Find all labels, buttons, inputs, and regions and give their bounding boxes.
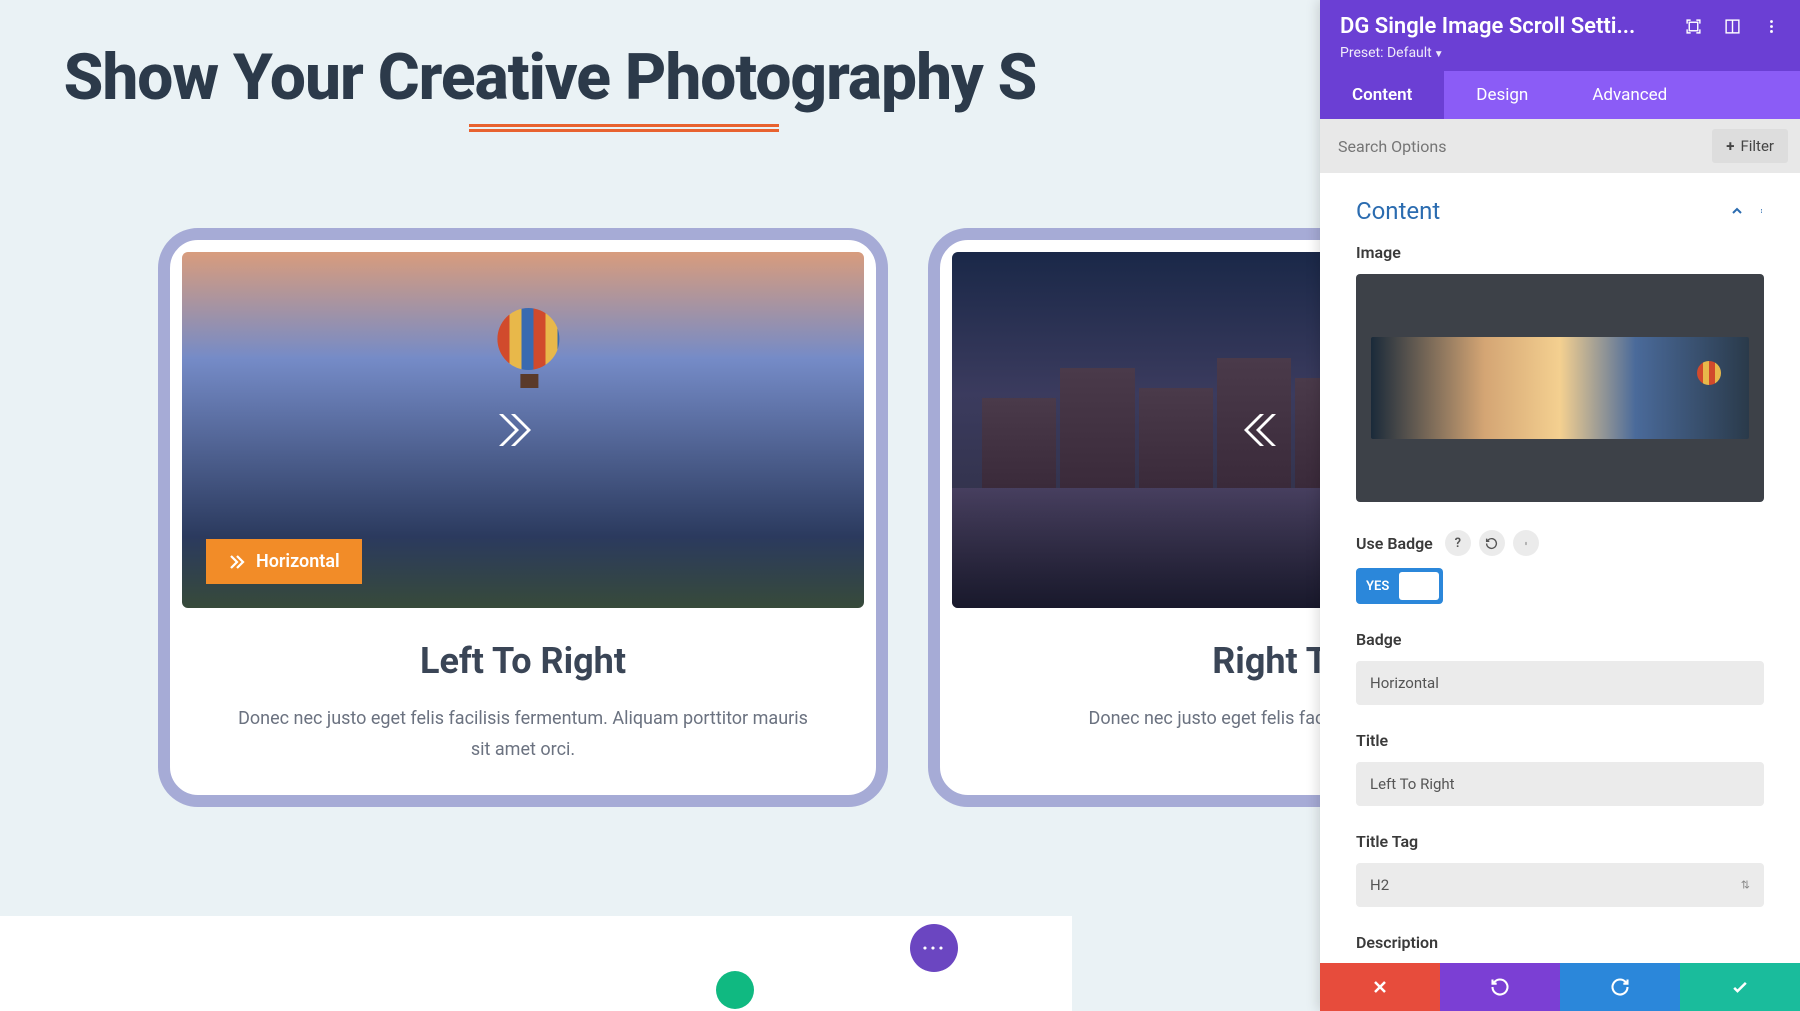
card-left-to-right[interactable]: Horizontal Left To Right Donec nec justo… [158,228,888,807]
focus-icon[interactable] [1685,18,1702,35]
title-underline2 [469,129,779,132]
kebab-menu-icon[interactable] [1763,18,1780,35]
badge-input[interactable] [1356,661,1764,705]
title-tag-select[interactable]: H2 [1356,863,1764,907]
redo-button[interactable] [1560,963,1680,1011]
more-options-fab[interactable]: ··· [910,924,958,972]
use-badge-label: Use Badge ? [1356,530,1764,556]
save-button[interactable] [1680,963,1800,1011]
card-desc: Donec nec justo eget felis facilisis fer… [182,704,864,765]
kebab-menu-icon[interactable] [1759,203,1764,219]
scroll-left-icon [1228,406,1276,454]
scroll-right-icon [499,406,547,454]
settings-panel: DG Single Image Scroll Setti... Preset: … [1320,0,1800,1011]
badge-chevron-icon [228,553,246,571]
reset-icon[interactable] [1479,530,1505,556]
card-title: Left To Right [182,640,864,682]
tab-design[interactable]: Design [1444,71,1560,119]
tab-content[interactable]: Content [1320,71,1444,119]
chevron-up-icon[interactable] [1729,203,1745,219]
section-title: Content [1356,197,1440,225]
search-filter-row: + Filter [1320,119,1800,173]
panel-title: DG Single Image Scroll Setti... [1340,14,1685,39]
search-input[interactable] [1332,131,1702,162]
preview-balloon-icon [1697,361,1721,391]
image-label: Image [1356,243,1764,262]
title-label: Title [1356,731,1764,750]
badge-text: Horizontal [256,551,340,572]
chat-bubble[interactable] [716,971,754,1009]
use-badge-toggle[interactable]: YES [1356,568,1443,604]
title-input[interactable] [1356,762,1764,806]
section-header[interactable]: Content [1356,173,1764,243]
preset-selector[interactable]: Preset: Default▼ [1340,45,1780,61]
panel-tabs: Content Design Advanced [1320,71,1800,119]
description-label: Description [1356,933,1764,952]
badge-label: Badge [1356,630,1764,649]
tab-advanced[interactable]: Advanced [1560,71,1699,119]
help-icon[interactable]: ? [1445,530,1471,556]
title-tag-label: Title Tag [1356,832,1764,851]
page-title: Show Your Creative Photography S [0,40,1100,115]
filter-button[interactable]: + Filter [1712,129,1788,163]
cancel-button[interactable] [1320,963,1440,1011]
white-band [0,916,1072,1011]
title-underline [469,124,779,127]
undo-button[interactable] [1440,963,1560,1011]
panel-header: DG Single Image Scroll Setti... Preset: … [1320,0,1800,71]
card-image: Horizontal [182,252,864,608]
kebab-menu-icon[interactable] [1513,530,1539,556]
image-preview[interactable] [1356,274,1764,502]
responsive-icon[interactable] [1724,18,1741,35]
action-bar [1320,963,1800,1011]
balloon-icon [497,308,561,388]
badge: Horizontal [206,539,362,584]
